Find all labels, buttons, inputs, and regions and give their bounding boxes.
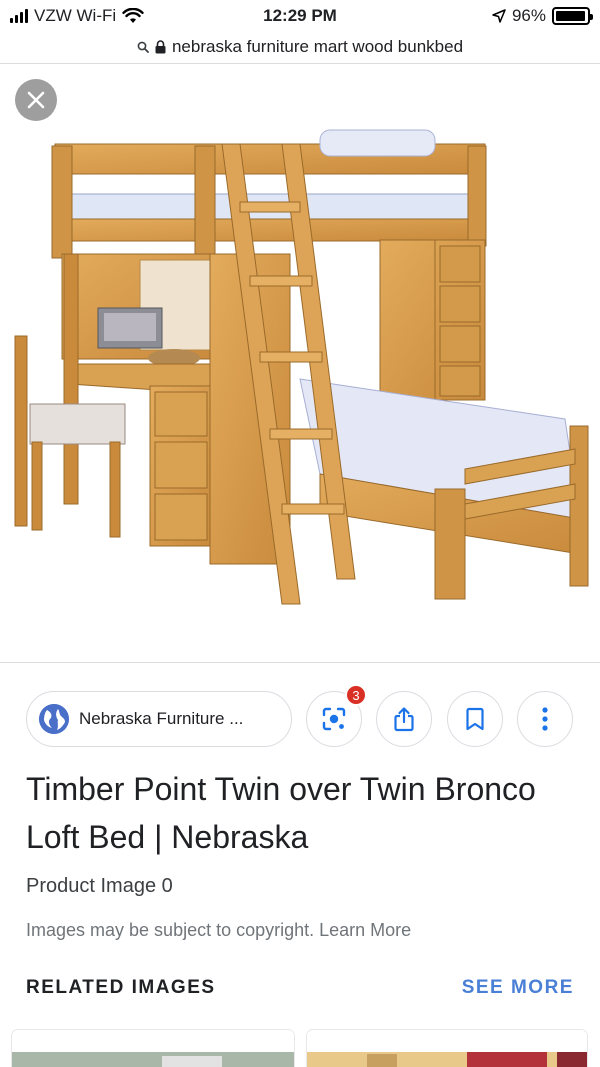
related-thumbnail[interactable] <box>307 1030 587 1067</box>
search-icon <box>137 41 149 53</box>
url-text: nebraska furniture mart wood bunkbed <box>171 37 464 56</box>
lens-icon <box>322 707 346 731</box>
copyright-notice[interactable]: Images may be subject to copyright. Lear… <box>26 920 411 941</box>
share-button[interactable] <box>376 691 432 747</box>
more-vert-icon <box>542 707 548 731</box>
bookmark-icon <box>466 707 484 731</box>
image-viewer <box>0 64 600 662</box>
share-icon <box>394 707 414 732</box>
see-more-link[interactable]: SEE MORE <box>462 977 574 999</box>
globe-icon <box>39 704 69 734</box>
image-divider <box>0 662 600 663</box>
status-right: 96% <box>492 6 593 26</box>
source-chip[interactable]: Nebraska Furniture ... <box>26 691 292 747</box>
battery-percent: 96% <box>511 6 546 25</box>
battery-icon <box>552 7 593 25</box>
close-icon <box>27 91 45 109</box>
url-bar[interactable]: nebraska furniture mart wood bunkbed <box>0 32 600 62</box>
result-subtitle: Product Image 0 <box>26 875 173 897</box>
battery-fill <box>556 11 585 21</box>
related-thumbnail[interactable] <box>12 1030 294 1067</box>
bunk-bed-image[interactable] <box>0 64 600 662</box>
result-title[interactable]: Timber Point Twin over Twin Bronco Loft … <box>26 765 586 861</box>
source-label: Nebraska Furniture ... <box>79 709 244 728</box>
close-button[interactable] <box>15 79 57 121</box>
lens-badge: 3 <box>345 684 367 706</box>
more-options-button[interactable] <box>517 691 573 747</box>
lens-button[interactable]: 3 <box>306 684 367 747</box>
location-arrow-icon <box>492 9 506 23</box>
lock-icon <box>155 40 166 54</box>
bookmark-button[interactable] <box>447 691 503 747</box>
related-images-heading: RELATED IMAGES <box>26 977 216 998</box>
status-bar: VZW Wi-Fi 12:29 PM 96% <box>0 0 600 32</box>
